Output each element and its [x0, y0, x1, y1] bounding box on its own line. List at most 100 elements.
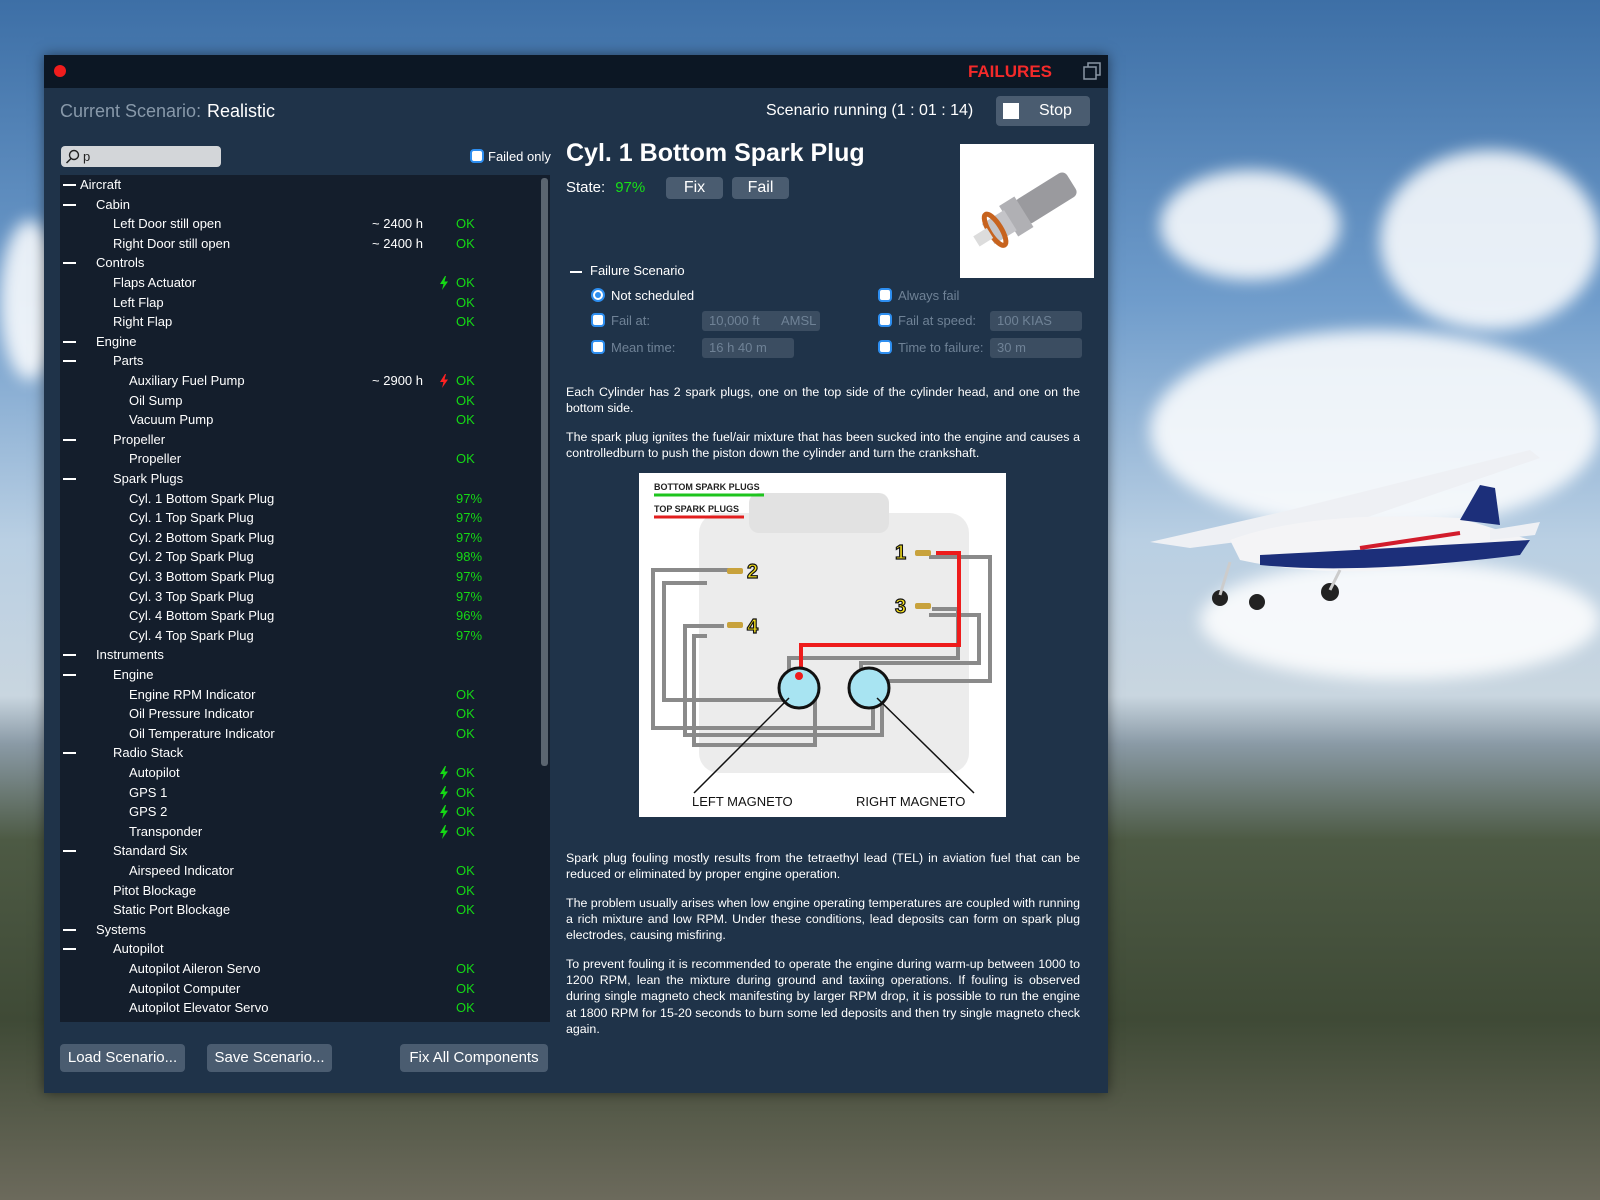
tree-item[interactable]: Transponder OK [60, 822, 540, 841]
tree-item[interactable]: Cyl. 1 Bottom Spark Plug 97% [60, 489, 540, 508]
tree-item[interactable]: Pitot Blockage OK [60, 881, 540, 900]
tree-item[interactable]: Autopilot Computer OK [60, 979, 540, 998]
time-to-failure-checkbox[interactable] [878, 340, 892, 354]
collapse-icon[interactable] [63, 262, 76, 265]
tree-group[interactable]: Parts [60, 351, 540, 370]
tree-item[interactable]: Cyl. 3 Bottom Spark Plug 97% [60, 567, 540, 586]
collapse-icon[interactable] [63, 948, 76, 951]
tree-group[interactable]: Instruments [60, 645, 540, 664]
collapse-icon[interactable] [63, 203, 76, 206]
mean-time-checkbox[interactable] [591, 340, 605, 354]
collapse-icon[interactable] [63, 674, 76, 676]
not-scheduled-radio[interactable] [591, 288, 605, 302]
load-scenario-button[interactable]: Load Scenario... [60, 1044, 185, 1072]
stop-button[interactable]: Stop [996, 96, 1090, 126]
tree-item[interactable]: Oil Pressure Indicator OK [60, 704, 540, 723]
tree-item[interactable]: Cyl. 2 Bottom Spark Plug 97% [60, 528, 540, 547]
tree-item[interactable]: Oil Temperature Indicator OK [60, 724, 540, 743]
tree-item[interactable]: Autopilot OK [60, 763, 540, 782]
tree-item-label: Cyl. 2 Top Spark Plug [129, 549, 254, 565]
description-paragraph: The spark plug ignites the fuel/air mixt… [566, 430, 1080, 461]
tree-item[interactable]: Autopilot Elevator Servo OK [60, 998, 540, 1017]
collapse-icon[interactable] [63, 340, 76, 343]
collapse-icon[interactable] [63, 850, 76, 853]
search-input[interactable]: p [61, 146, 221, 167]
fail-button[interactable]: Fail [732, 177, 789, 199]
undock-window-icon[interactable] [1082, 61, 1102, 81]
bolt-green-icon [440, 276, 448, 290]
plug-number-1: 1 [895, 542, 906, 564]
tree-group[interactable]: Radio Stack [60, 743, 540, 762]
tree-item-label: Propeller [129, 451, 182, 467]
tree-group[interactable]: Autopilot [60, 939, 540, 958]
tree-item[interactable]: Flaps Actuator OK [60, 273, 540, 292]
tree-item[interactable]: Left Door still open ~ 2400 h OK [60, 214, 540, 233]
tree-group[interactable]: Spark Plugs [60, 469, 540, 488]
tree-item-label: GPS 1 [129, 784, 168, 800]
fail-at-checkbox[interactable] [591, 313, 605, 327]
collapse-icon[interactable] [63, 478, 76, 480]
failed-only-checkbox[interactable] [470, 149, 484, 163]
collapse-icon[interactable] [63, 184, 76, 186]
tree-item[interactable]: Right Door still open ~ 2400 h OK [60, 234, 540, 253]
tree-item[interactable]: Cyl. 3 Top Spark Plug 97% [60, 587, 540, 606]
tree-group[interactable]: Engine [60, 665, 540, 684]
tree-item[interactable]: Vacuum Pump OK [60, 410, 540, 429]
save-scenario-button[interactable]: Save Scenario... [207, 1044, 332, 1072]
collapse-icon[interactable] [63, 438, 76, 441]
tree-group[interactable]: Cabin [60, 195, 540, 214]
tree-item-hours: ~ 2400 h [372, 216, 423, 232]
tree-item[interactable]: Right Flap OK [60, 312, 540, 331]
tree-item[interactable]: Propeller OK [60, 449, 540, 468]
tree-item[interactable]: Autopilot Aileron Servo OK [60, 959, 540, 978]
time-to-failure-field[interactable]: 30 m [990, 338, 1082, 358]
tree-item-label: Parts [113, 353, 144, 369]
collapse-icon[interactable] [63, 752, 76, 755]
fix-button[interactable]: Fix [666, 177, 723, 199]
tree-item[interactable]: GPS 2 OK [60, 802, 540, 821]
collapse-icon[interactable] [570, 271, 582, 273]
tree-item[interactable]: Oil Sump OK [60, 391, 540, 410]
tree-item-status: OK [456, 725, 475, 741]
tree-item-label: Cyl. 1 Bottom Spark Plug [129, 490, 275, 506]
mean-time-field[interactable]: 16 h 40 m [702, 338, 794, 358]
right-magneto-label: RIGHT MAGNETO [856, 794, 965, 809]
tree-item[interactable]: GPS 1 OK [60, 783, 540, 802]
tree-item-status: OK [456, 765, 475, 780]
tree-item-status: 97% [456, 588, 483, 604]
tree-item[interactable]: Cyl. 4 Bottom Spark Plug 96% [60, 606, 540, 625]
tree-item-label: Cabin [96, 196, 130, 212]
close-button[interactable] [54, 65, 66, 77]
tree-group[interactable]: Propeller [60, 430, 540, 449]
tree-group[interactable]: Engine [60, 332, 540, 351]
search-icon [65, 149, 80, 164]
failed-only-label: Failed only [488, 149, 551, 164]
always-fail-checkbox[interactable] [878, 288, 892, 302]
fail-at-speed-checkbox[interactable] [878, 313, 892, 327]
collapse-icon[interactable] [63, 360, 76, 363]
tree-scrollbar[interactable] [541, 178, 548, 766]
tree-group[interactable]: Controls [60, 253, 540, 272]
fix-all-components-button[interactable]: Fix All Components [400, 1044, 548, 1072]
fail-at-reference-select[interactable]: AMSL [774, 311, 820, 331]
tree-item[interactable]: Left Flap OK [60, 293, 540, 312]
tree-item[interactable]: Auxiliary Fuel Pump ~ 2900 h OK [60, 371, 540, 390]
tree-group[interactable]: Standard Six [60, 841, 540, 860]
tree-group[interactable]: Systems [60, 920, 540, 939]
tree-item[interactable]: Static Port Blockage OK [60, 900, 540, 919]
tree-item-label: Cyl. 4 Bottom Spark Plug [129, 608, 275, 624]
fail-at-speed-field[interactable]: 100 KIAS [990, 311, 1082, 331]
tree-item[interactable]: Cyl. 1 Top Spark Plug 97% [60, 508, 540, 527]
tree-item-status: 97% [456, 569, 483, 584]
tree-item-status: OK [456, 863, 475, 878]
tree-item[interactable]: Cyl. 2 Top Spark Plug 98% [60, 547, 540, 566]
collapse-icon[interactable] [63, 928, 76, 931]
tree-group[interactable]: Aircraft [60, 175, 540, 194]
tree-item-label: Oil Sump [129, 392, 183, 408]
tree-item[interactable]: Airspeed Indicator OK [60, 861, 540, 880]
tree-item-status: OK [456, 980, 475, 996]
tree-item-status: 96% [456, 608, 483, 624]
collapse-icon[interactable] [63, 654, 76, 657]
tree-item[interactable]: Cyl. 4 Top Spark Plug 97% [60, 626, 540, 645]
tree-item[interactable]: Engine RPM Indicator OK [60, 685, 540, 704]
